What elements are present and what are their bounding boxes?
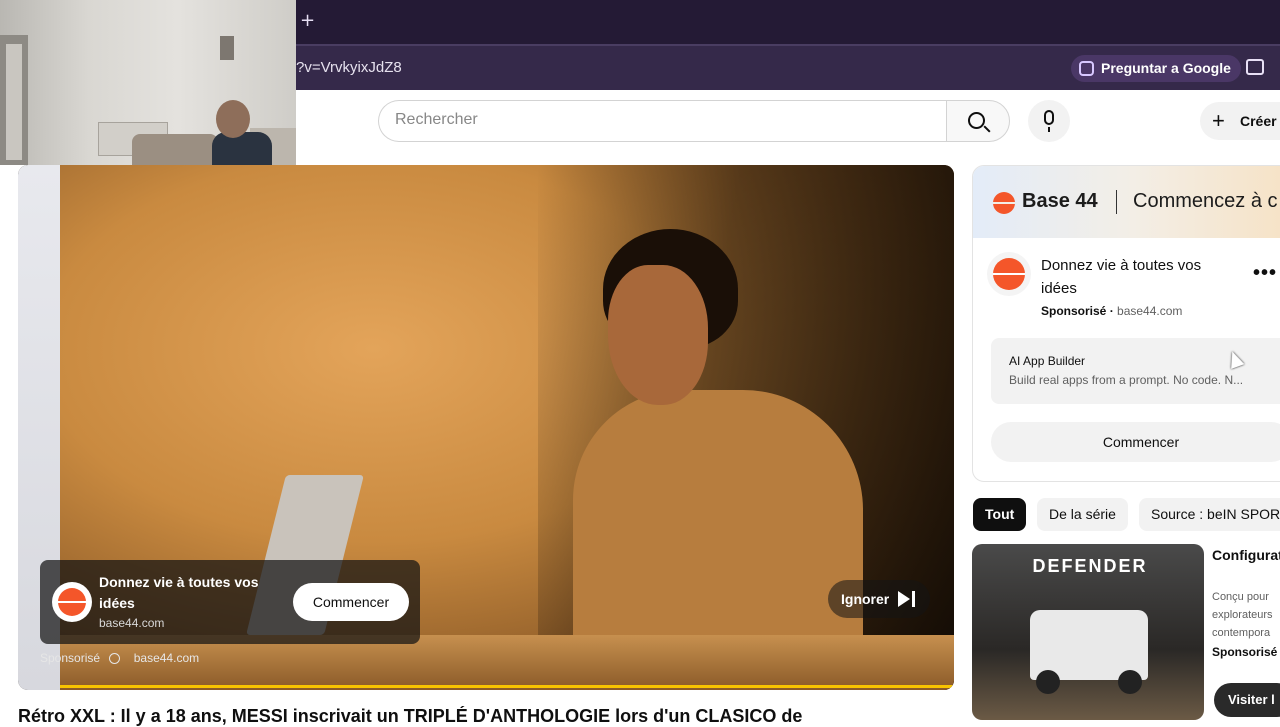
ad-video-person-face bbox=[608, 265, 708, 405]
search-button[interactable] bbox=[946, 100, 1010, 142]
webcam-overlay bbox=[0, 0, 296, 165]
webcam-door-panel bbox=[6, 44, 22, 160]
ad-headline[interactable]: Donnez vie à toutes vos idées bbox=[99, 572, 279, 614]
companion-box-title: AI App Builder bbox=[1009, 354, 1086, 368]
video-title: Rétro XXL : Il y a 18 ans, MESSI inscriv… bbox=[18, 706, 803, 726]
companion-tagline: Commencez à c bbox=[1133, 190, 1278, 212]
base44-logo-line bbox=[993, 273, 1025, 275]
companion-headline[interactable]: Donnez vie à toutes vos idées bbox=[1041, 254, 1231, 300]
recommended-title[interactable]: Configurat et spécific bbox=[1212, 544, 1280, 566]
search-icon-handle bbox=[983, 125, 991, 133]
companion-cta-button[interactable]: Commencer bbox=[991, 422, 1280, 462]
skip-next-icon-bar bbox=[912, 591, 915, 607]
microphone-icon bbox=[1044, 110, 1054, 125]
companion-box-desc: Build real apps from a prompt. No code. … bbox=[1009, 373, 1244, 387]
thumbnail-car-wheel bbox=[1118, 670, 1142, 694]
companion-brand: Base 44 bbox=[1022, 190, 1098, 212]
new-tab-button[interactable]: + bbox=[300, 10, 315, 31]
plus-icon: + bbox=[1212, 108, 1225, 133]
ad-progress-bar[interactable] bbox=[60, 685, 954, 688]
webcam-chair bbox=[132, 134, 218, 165]
google-lens-icon bbox=[1079, 61, 1094, 76]
info-icon[interactable] bbox=[109, 653, 121, 665]
create-label: Créer bbox=[1240, 113, 1277, 129]
companion-sponsored-label: Sponsorisé bbox=[1041, 304, 1107, 318]
companion-separator bbox=[1116, 190, 1117, 214]
thumbnail-car-wheel bbox=[1036, 670, 1060, 694]
companion-info-box[interactable]: AI App Builder Build real apps from a pr… bbox=[991, 338, 1280, 404]
chip-series[interactable]: De la série bbox=[1037, 498, 1128, 531]
ad-overlay-card[interactable]: Donnez vie à toutes vos idées base44.com… bbox=[40, 560, 420, 644]
companion-ad[interactable]: Base 44 Commencez à c Donnez vie à toute… bbox=[972, 165, 1280, 482]
recommended-sponsored-label: Sponsorisé bbox=[1212, 645, 1278, 659]
recommended-thumbnail[interactable]: DEFENDER bbox=[972, 544, 1204, 720]
search-input[interactable] bbox=[395, 111, 915, 129]
url-field[interactable]: ?v=VrvkyixJdZ8 bbox=[296, 59, 402, 76]
visit-site-button[interactable]: Visiter l bbox=[1214, 683, 1280, 717]
create-button[interactable]: + Créer bbox=[1200, 102, 1280, 140]
ask-google-button[interactable]: Preguntar a Google bbox=[1071, 55, 1241, 82]
base44-logo-line bbox=[58, 601, 86, 603]
search-box[interactable] bbox=[378, 100, 946, 142]
companion-sponsored-line: Sponsorisé · base44.com bbox=[1041, 304, 1183, 318]
cast-icon[interactable] bbox=[1246, 59, 1264, 75]
ad-domain: base44.com bbox=[99, 616, 165, 630]
recommended-description: Conçu pour explorateurs contempora bbox=[1212, 591, 1273, 639]
microphone-icon-stand bbox=[1048, 127, 1050, 132]
base44-logo-line bbox=[993, 202, 1015, 204]
more-options-icon[interactable]: ••• bbox=[1253, 262, 1277, 285]
ad-cta-button[interactable]: Commencer bbox=[293, 583, 409, 621]
ask-google-label: Preguntar a Google bbox=[1101, 60, 1231, 76]
webcam-person-body bbox=[212, 132, 272, 165]
thumbnail-brand-text: DEFENDER bbox=[1032, 556, 1148, 576]
sponsored-domain[interactable]: base44.com bbox=[134, 651, 199, 665]
voice-search-button[interactable] bbox=[1028, 100, 1070, 142]
chip-source[interactable]: Source : beIN SPOR bbox=[1139, 498, 1280, 531]
sponsored-label: Sponsorisé bbox=[40, 651, 101, 665]
skip-label: Ignorer bbox=[841, 591, 890, 607]
ad-sponsored-line: Sponsorisé base44.com bbox=[40, 651, 199, 665]
companion-domain: base44.com bbox=[1117, 304, 1183, 318]
chip-all[interactable]: Tout bbox=[973, 498, 1027, 531]
skip-ad-button[interactable]: Ignorer bbox=[828, 580, 930, 618]
webcam-wall-frame bbox=[220, 36, 234, 60]
webcam-person-head bbox=[216, 100, 250, 138]
skip-next-icon bbox=[898, 591, 910, 607]
